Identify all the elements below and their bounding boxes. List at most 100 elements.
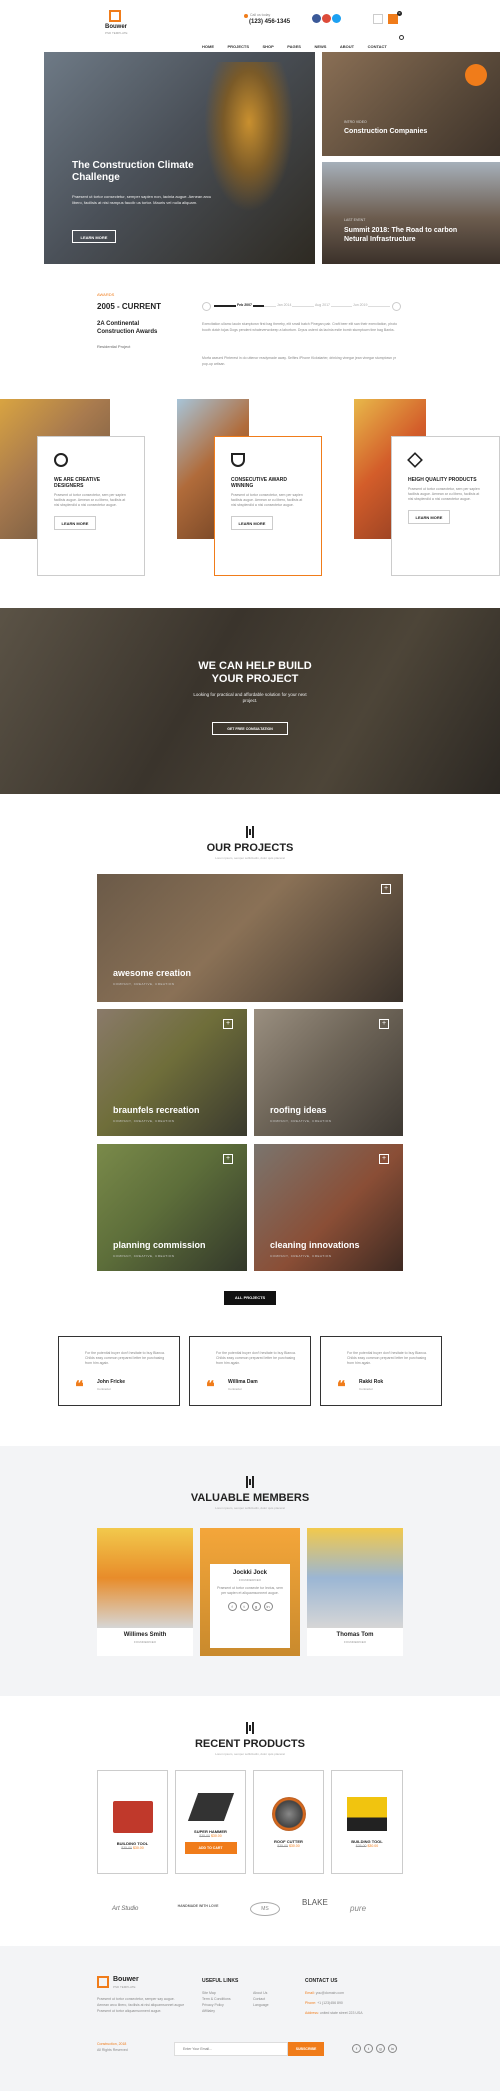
timeline-item-2[interactable]: Jan 2014 (276, 303, 293, 307)
linkedin-icon[interactable]: in (263, 1602, 273, 1611)
logo-tagline: PSD TEMPLATE (105, 31, 128, 35)
timeline-next-icon[interactable] (392, 302, 401, 311)
google-plus-icon[interactable] (322, 14, 331, 23)
projects-title: OUR PROJECTS (206, 842, 294, 854)
side2-kicker: LAST EVENT (344, 218, 366, 222)
hero-learn-more-button[interactable]: LEARN MORE (72, 230, 116, 243)
twitter-icon[interactable] (332, 14, 341, 23)
nav-shop[interactable]: SHOP (262, 44, 273, 49)
footer-social-icons: f t g in (352, 2044, 397, 2053)
header-phone[interactable]: (123) 456-1345 (249, 19, 290, 25)
brand-logo-5: pure (350, 1904, 367, 1913)
awards-period: 2005 - CURRENT (97, 302, 162, 311)
product-price: $35.00 $30.00 (98, 1846, 167, 1850)
footer-logo-tag: PSD TEMPLATE (113, 1985, 136, 1989)
product-image (271, 1797, 306, 1831)
user-icon[interactable] (373, 14, 383, 24)
member-name: Willimes Smith (123, 1632, 167, 1638)
expand-plus-icon[interactable]: + (379, 1154, 389, 1164)
hero-main: The Construction Climate Challenge Praes… (44, 52, 315, 264)
subscribe-button[interactable]: SUBSCRIBE (288, 2042, 324, 2056)
project-card-2[interactable]: + braunfels recreation COMPANY, CREATIVE… (97, 1009, 247, 1136)
awards-paragraph-2: Morfa aseuml Pinterest in do uttenor rea… (202, 356, 396, 366)
search-icon[interactable] (399, 35, 404, 40)
timeline-item-3[interactable]: Aug 2017 (314, 303, 331, 307)
expand-plus-icon[interactable]: + (223, 1154, 233, 1164)
member-card-1: Willimes Smith FOUNDER/CEO (97, 1528, 193, 1656)
member-role: FOUNDER/CEO (238, 1578, 262, 1582)
project-title: planning commission (113, 1240, 206, 1250)
product-card-1[interactable]: BUILDING TOOL $35.00 $30.00 (97, 1770, 168, 1874)
feature-text: Praesent ut tortor consectetur, sem per … (408, 487, 480, 501)
product-card-3[interactable]: ROOF CUTTER $35.00 $30.00 (253, 1770, 324, 1874)
timeline-prev-icon[interactable] (202, 302, 211, 311)
members-brand-icon (246, 1476, 254, 1488)
all-projects-button[interactable]: ALL PROJECTS (224, 1291, 276, 1305)
cart-icon[interactable] (388, 14, 398, 24)
nav-projects[interactable]: PROJECTS (227, 44, 249, 49)
newsletter-email-input[interactable] (174, 2042, 288, 2056)
feature-learn-more-button[interactable]: LEARN MORE (408, 510, 450, 524)
feature-learn-more-button[interactable]: LEARN MORE (231, 516, 273, 530)
quote-icon: ❝ (337, 1379, 346, 1396)
footer: Bouwer PSD TEMPLATE Praesent ut tortor c… (0, 1946, 500, 2091)
timeline-item-4[interactable]: Jun 2019 (352, 303, 369, 307)
testimonial-card-3: For the potential buyer don't hesitate t… (320, 1336, 442, 1406)
google-plus-icon[interactable]: g (376, 2044, 385, 2053)
facebook-icon[interactable]: f (227, 1602, 237, 1611)
nav-news[interactable]: NEWS (314, 44, 326, 49)
project-card-1[interactable]: + awesome creation COMPANY, CREATIVE, CR… (97, 874, 403, 1002)
project-title: awesome creation (113, 968, 192, 978)
add-to-cart-button[interactable]: ADD TO CART (184, 1842, 237, 1854)
logo[interactable]: Bouwer PSD TEMPLATE (105, 10, 155, 38)
expand-plus-icon[interactable]: + (379, 1019, 389, 1029)
feature-title: WE ARE CREATIVE DESIGNERS (54, 477, 101, 489)
testimonial-card-1: For the potential buyer don't hesitate t… (58, 1336, 180, 1406)
footer-link[interactable]: Language (253, 2002, 269, 2008)
useful-links-title: USEFUL LINKS (202, 1978, 239, 1984)
hero-side-video[interactable]: INTRO VIDEO Construction Companies (322, 52, 500, 156)
project-card-5[interactable]: + cleaning innovations COMPANY, CREATIVE… (254, 1144, 403, 1271)
side1-title: Construction Companies (344, 128, 428, 135)
nav-contact[interactable]: CONTACT (368, 44, 387, 49)
twitter-icon[interactable]: t (239, 1602, 249, 1611)
testimonial-card-2: For the potential buyer don't hesitate t… (189, 1336, 311, 1406)
footer-about: Praesent ut tortor consectetur, semper s… (97, 1997, 185, 2013)
product-current-price: $30.00 (132, 1846, 144, 1850)
member-card-3: Thomas Tom FOUNDER/CEO (307, 1528, 403, 1656)
nav-home[interactable]: HOME (202, 44, 214, 49)
play-button-icon[interactable] (465, 64, 487, 86)
expand-plus-icon[interactable]: + (381, 884, 391, 894)
product-image (187, 1793, 234, 1821)
logo-icon (109, 10, 121, 22)
hero-text: Praesent ut tortor consectetur, semper s… (72, 194, 212, 205)
nav-about[interactable]: ABOUT (340, 44, 354, 49)
cta-consultation-button[interactable]: GET FREE CONSULTATION (212, 722, 288, 735)
cart-count: 0 (397, 11, 402, 16)
email-value[interactable]: you@domain.com (316, 1991, 344, 1995)
products-brand-icon (246, 1722, 254, 1734)
trophy-icon (231, 453, 245, 467)
nav-pages[interactable]: PAGES (287, 44, 301, 49)
facebook-icon[interactable]: f (352, 2044, 361, 2053)
facebook-icon[interactable] (312, 14, 321, 23)
product-old-price: $35.00 (199, 1834, 210, 1838)
hero-side-event[interactable]: LAST EVENT Summit 2018: The Road to carb… (322, 162, 500, 264)
footer-link[interactable]: Affilialey (202, 2008, 231, 2014)
google-plus-icon[interactable]: g (251, 1602, 261, 1611)
phone-value[interactable]: +1 (123)456 890 (317, 2001, 343, 2005)
twitter-icon[interactable]: t (364, 2044, 373, 2053)
quote-icon: ❝ (75, 1379, 84, 1396)
timeline-item-1[interactable]: Feb 2007 (236, 303, 253, 307)
contact-email: Email: you@domain.com (305, 1990, 344, 1996)
expand-plus-icon[interactable]: + (223, 1019, 233, 1029)
linkedin-icon[interactable]: in (388, 2044, 397, 2053)
project-card-4[interactable]: + planning commission COMPANY, CREATIVE,… (97, 1144, 247, 1271)
member-role: FOUNDER/CEO (343, 1640, 367, 1644)
project-card-3[interactable]: + roofing ideas COMPANY, CREATIVE, CREAT… (254, 1009, 403, 1136)
product-card-4[interactable]: BUILDING TOOL $35.00 $30.00 (331, 1770, 403, 1874)
testimonial-role: Contractor (359, 1387, 374, 1391)
feature-learn-more-button[interactable]: LEARN MORE (54, 516, 96, 530)
product-card-2[interactable]: SUPER HAMMER $35.00 $30.00 ADD TO CART (175, 1770, 246, 1874)
footer-copyright: Construction, 2018 (97, 2042, 127, 2046)
